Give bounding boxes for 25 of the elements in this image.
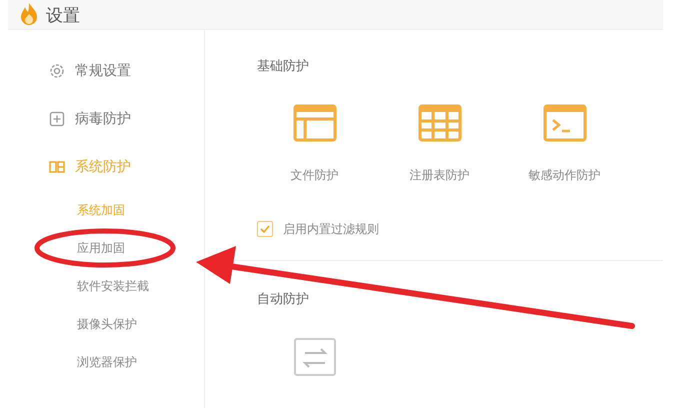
- settings-icon: [49, 63, 65, 79]
- table-grid-icon[interactable]: [418, 104, 462, 144]
- sidebar-subitem[interactable]: 软件安装拦截: [0, 267, 204, 305]
- sidebar-subitem[interactable]: 应用加固: [0, 229, 204, 267]
- checkbox-label: 启用内置过滤规则: [283, 221, 379, 238]
- flame-logo-icon: [20, 3, 38, 25]
- checkmark-icon: [260, 225, 270, 233]
- section-title: 自动防护: [257, 291, 310, 310]
- sidebar-subitem[interactable]: 摄像头保护: [0, 305, 204, 343]
- file-window-icon[interactable]: [292, 104, 336, 144]
- panel-grid-icon: [49, 159, 65, 175]
- terminal-window-icon[interactable]: [542, 104, 586, 144]
- sidebar-subitem[interactable]: 浏览器保护: [0, 343, 204, 381]
- sidebar-subitem[interactable]: 系统加固: [0, 191, 204, 229]
- tile-label: 注册表防护: [410, 167, 470, 184]
- section-title: 基础防护: [257, 58, 310, 76]
- checkbox[interactable]: [257, 221, 273, 237]
- sync-arrows-icon[interactable]: [292, 337, 336, 377]
- tile-label: 文件防护: [290, 167, 338, 184]
- sidebar-item[interactable]: 病毒防护: [0, 95, 204, 143]
- sidebar-item[interactable]: 系统防护: [0, 143, 204, 191]
- sidebar-item[interactable]: 常规设置: [0, 47, 204, 95]
- plus-box-icon: [49, 111, 65, 127]
- tile-label: 敏感动作防护: [528, 167, 600, 184]
- window-title: 设置: [46, 8, 80, 25]
